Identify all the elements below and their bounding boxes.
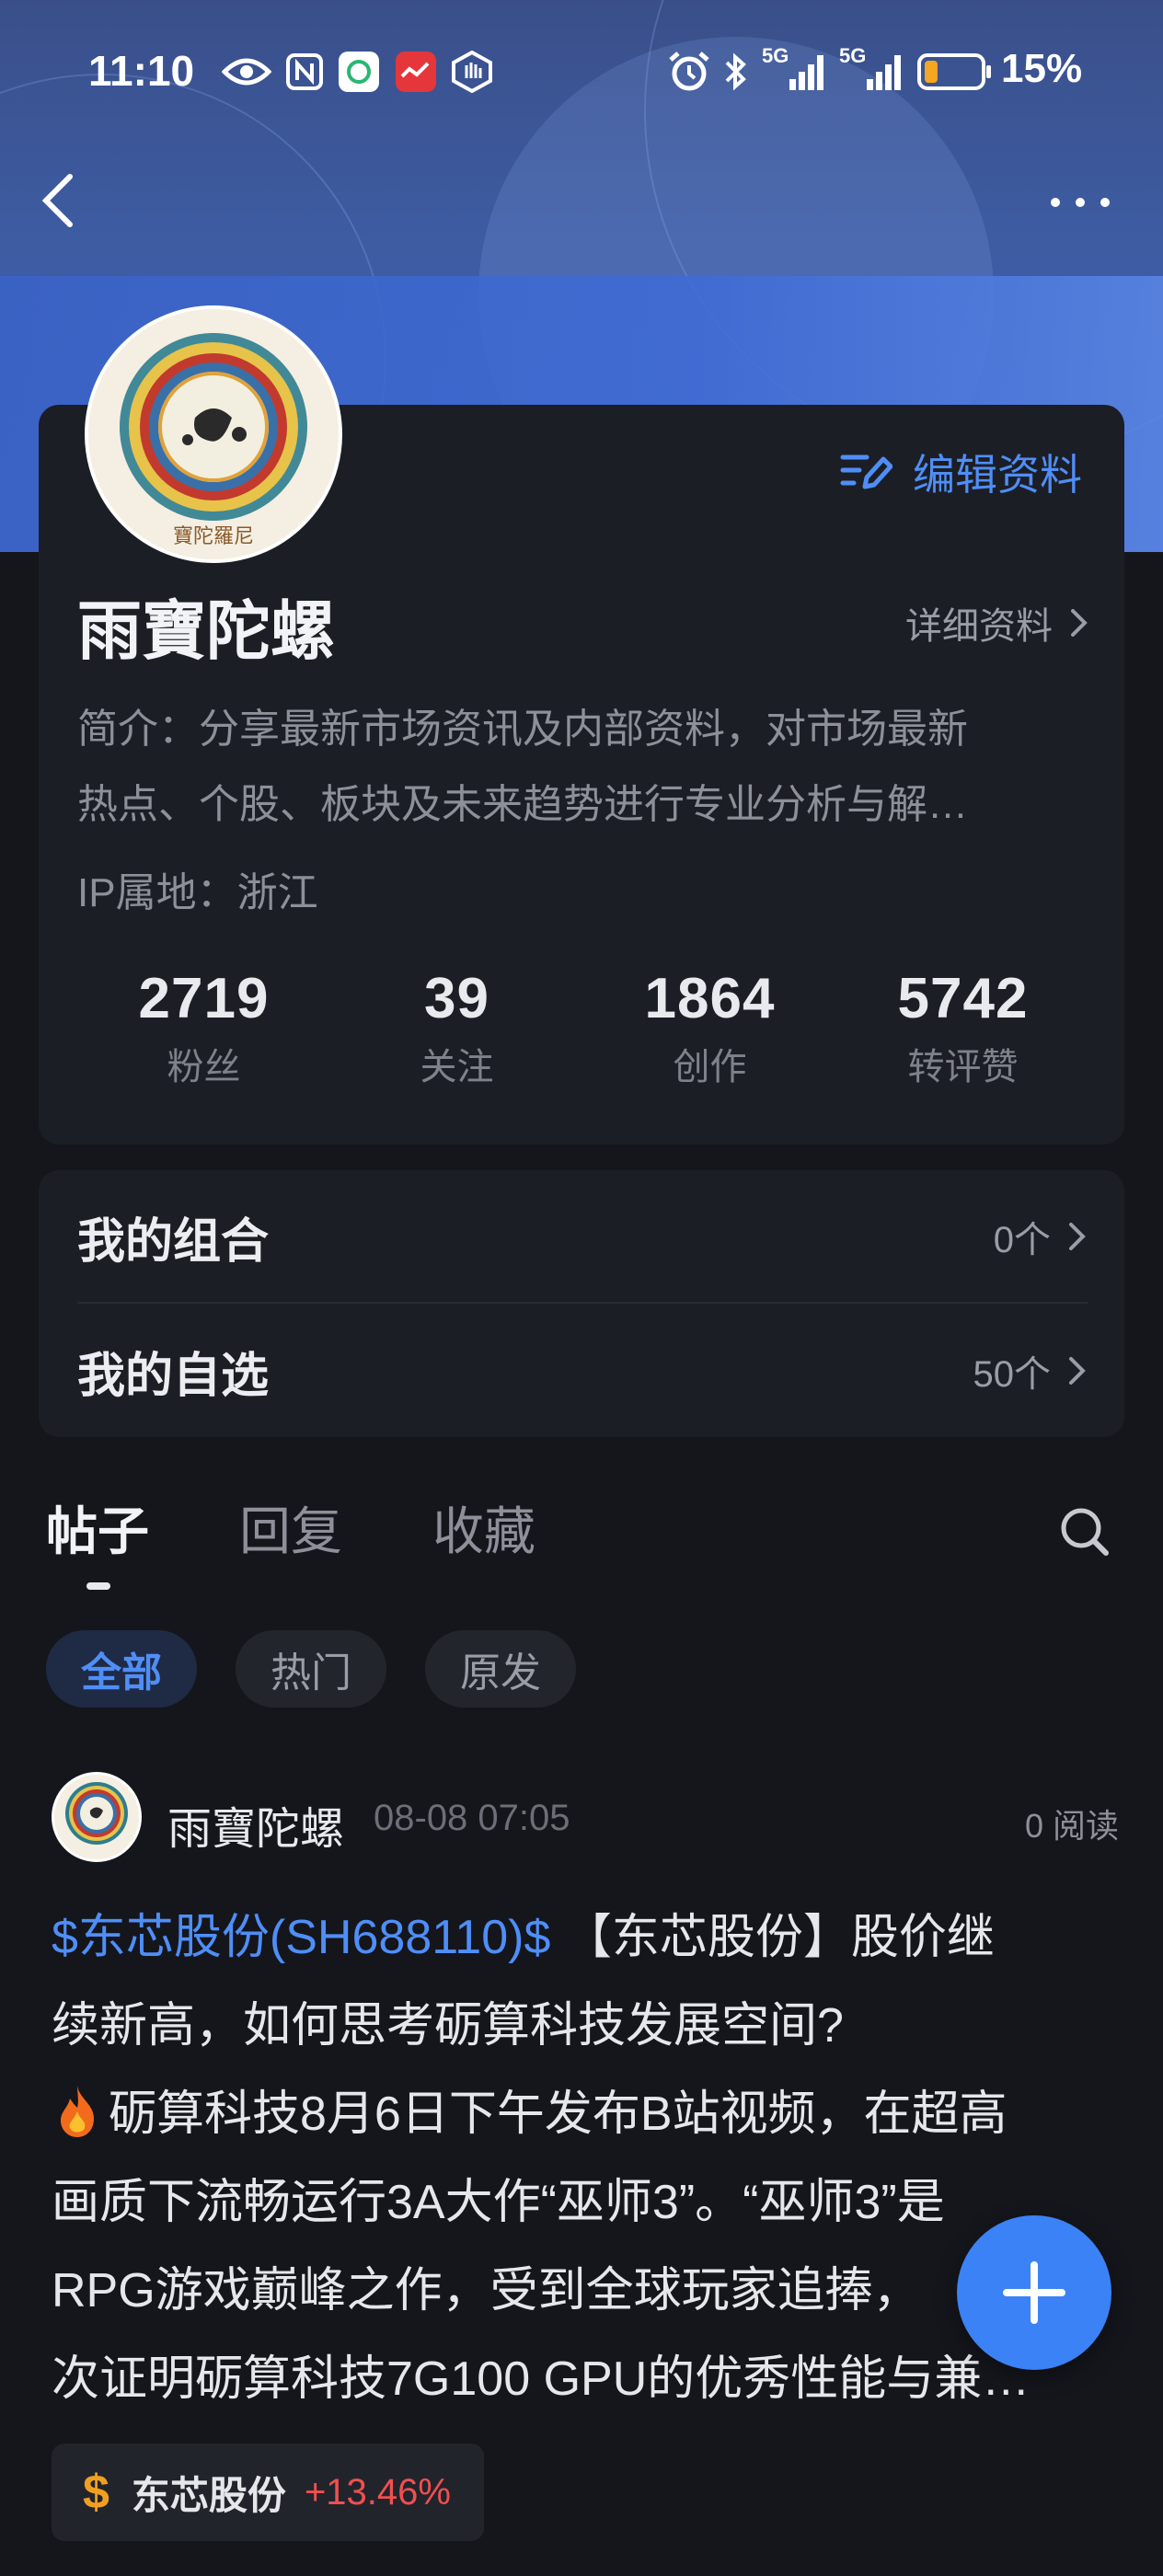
signal-5g-icon: 5G (762, 44, 828, 92)
battery-percent: 15% (1001, 46, 1083, 91)
filter-original[interactable]: 原发 (425, 1630, 576, 1708)
battery-icon (916, 52, 994, 92)
list-item-title: 我的自选 (77, 1349, 270, 1403)
stock-tag-change: +13.46% (304, 2471, 451, 2513)
detail-profile-link[interactable]: 详细资料 (905, 596, 1089, 650)
list-item-portfolio[interactable]: 我的组合 0个 (39, 1170, 1124, 1303)
post-line: 续新高，如何思考砺算科技发展空间? (52, 1999, 844, 2053)
post-header: 雨寶陀螺 08-08 07:05 0 阅读 (52, 1772, 1119, 1864)
content-tabs: 帖子 回复 收藏 (0, 1490, 1163, 1601)
tab-indicator (86, 1582, 110, 1590)
bio-line: 简介：分享最新市场资讯及内部资料，对市场最新 (77, 707, 968, 752)
divider (77, 1302, 1088, 1304)
list-item-count: 50个 (973, 1354, 1052, 1395)
post-line: 画质下流畅运行3A大作“巫师3”。“巫师3”是 (52, 2176, 945, 2229)
portfolio-watchlist-card: 我的组合 0个 我的自选 50个 (39, 1170, 1124, 1437)
chevron-right-icon (1069, 1223, 1086, 1250)
post-line: RPG游戏巅峰之作，受到全球玩家追捧， (52, 2264, 921, 2317)
profile-bio[interactable]: 简介：分享最新市场资讯及内部资料，对市场最新 热点、个股、板块及未来趋势进行专业… (77, 692, 1089, 843)
edit-profile-button[interactable]: 编辑资料 (839, 442, 1082, 502)
nfc-icon (283, 52, 326, 92)
stat-posts[interactable]: 1864 创作 (583, 966, 836, 1090)
signal-label: 5G (839, 44, 867, 67)
back-button[interactable] (35, 171, 86, 230)
chevron-right-icon (1069, 1357, 1086, 1385)
post-content[interactable]: $东芯股份(SH688110)$ 【东芯股份】股价继 续新高，如何思考砺算科技发… (52, 1893, 1100, 2423)
create-post-button[interactable] (957, 2215, 1111, 2370)
list-item-title: 我的组合 (77, 1214, 270, 1269)
ip-location: IP属地：浙江 (77, 870, 318, 915)
stat-label: 关注 (420, 1047, 494, 1087)
post-author-name[interactable]: 雨寶陀螺 (167, 1792, 344, 1857)
svg-text:寶陀羅尼: 寶陀羅尼 (173, 525, 254, 548)
plus-icon (1003, 2261, 1065, 2324)
stat-value: 2719 (138, 967, 270, 1030)
post-author-avatar[interactable] (52, 1772, 142, 1862)
status-time: 11:10 (88, 47, 195, 95)
bio-line: 热点、个股、板块及未来趋势进行专业分析与解… (77, 782, 968, 827)
chevron-left-icon (41, 174, 73, 227)
stat-following[interactable]: 39 关注 (330, 966, 583, 1090)
stock-tag-name: 东芯股份 (131, 2473, 286, 2517)
search-button[interactable] (1058, 1505, 1113, 1560)
post-line: 砺算科技8月6日下午发布B站视频，在超高 (52, 2070, 1100, 2158)
alarm-icon (666, 52, 712, 92)
list-item-watchlist[interactable]: 我的自选 50个 (39, 1305, 1124, 1437)
bluetooth-icon (721, 52, 751, 92)
more-dots-icon (1051, 198, 1060, 207)
eye-icon (221, 52, 272, 92)
post-time: 08-08 07:05 (374, 1798, 570, 1838)
post-line: $东芯股份(SH688110)$ 【东芯股份】股价继 (52, 1893, 1100, 1982)
filter-chips: 全部 热门 原发 (46, 1630, 615, 1708)
edit-icon (840, 454, 892, 489)
stock-link[interactable]: $东芯股份(SH688110)$ (52, 1911, 550, 1964)
filter-all[interactable]: 全部 (46, 1630, 197, 1708)
profile-name: 雨寶陀螺 (77, 595, 335, 667)
filter-hot[interactable]: 热门 (236, 1630, 386, 1708)
edit-profile-label: 编辑资料 (913, 451, 1082, 499)
app-notification-icon (394, 52, 438, 92)
status-bar: 11:10 5G 5G 15% (0, 0, 1163, 147)
detail-profile-label: 详细资料 (905, 606, 1053, 647)
signal-label: 5G (762, 44, 789, 67)
search-icon (1061, 1508, 1109, 1556)
hand-icon (449, 51, 495, 93)
signal-5g-icon: 5G (839, 44, 905, 92)
profile-avatar[interactable]: 寶陀羅尼 (85, 305, 342, 563)
stat-label: 创作 (673, 1047, 747, 1087)
post-text: 【东芯股份】股价继 (550, 1911, 995, 1964)
list-item-count: 0个 (993, 1220, 1051, 1260)
tab-posts[interactable]: 帖子 (46, 1490, 149, 1565)
stat-value: 5742 (897, 967, 1029, 1030)
post-text: 砺算科技8月6日下午发布B站视频，在超高 (109, 2087, 1008, 2141)
stat-label: 转评赞 (907, 1047, 1019, 1087)
tab-replies[interactable]: 回复 (239, 1490, 342, 1565)
fire-icon (61, 2086, 94, 2137)
app-notification-icon (337, 52, 381, 92)
post-read-count: 0 阅读 (1024, 1807, 1119, 1845)
stat-value: 39 (424, 967, 489, 1030)
stat-followers[interactable]: 2719 粉丝 (77, 966, 330, 1090)
tab-favorites[interactable]: 收藏 (432, 1490, 535, 1565)
chevron-right-icon (1071, 609, 1088, 637)
stat-interactions[interactable]: 5742 转评赞 (836, 966, 1089, 1090)
dollar-icon: $ (83, 2466, 109, 2519)
stock-tag[interactable]: $ 东芯股份 +13.46% (52, 2444, 484, 2541)
more-button[interactable] (1051, 184, 1110, 221)
profile-stats: 2719 粉丝 39 关注 1864 创作 5742 转评赞 (77, 966, 1089, 1090)
stat-label: 粉丝 (167, 1047, 241, 1087)
stat-value: 1864 (644, 967, 776, 1030)
post-line: 次证明砺算科技7G100 GPU的优秀性能与兼… (52, 2352, 1031, 2406)
